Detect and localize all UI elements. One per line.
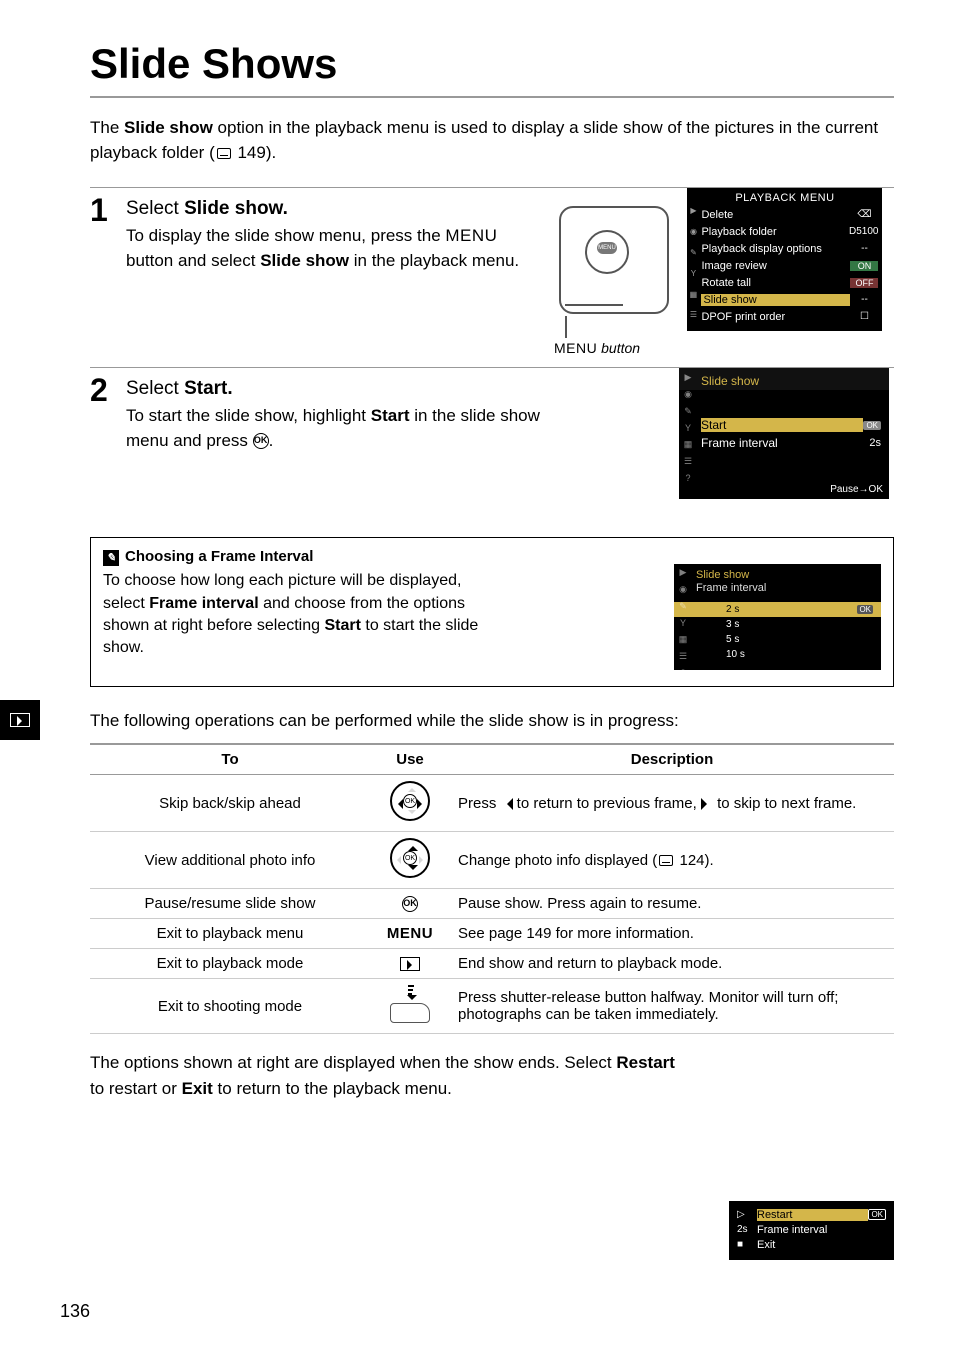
lcd-row: Playback display options-- bbox=[687, 240, 882, 257]
ok-icon: OK bbox=[253, 433, 269, 449]
operations-intro: The following operations can be performe… bbox=[90, 711, 894, 731]
slide-show-menu-screen: ▶◉✎Y▦☰? Slide show StartOK Frame interva… bbox=[679, 368, 889, 499]
lcd-option: 5 s bbox=[674, 632, 881, 647]
camera-illustration: MENU bbox=[559, 188, 679, 318]
lcd-row: ▷RestartOK bbox=[733, 1207, 890, 1222]
lcd-header: PLAYBACK MENU bbox=[687, 188, 882, 206]
lcd-row: ■Exit bbox=[733, 1237, 890, 1252]
lcd-start-row: Start bbox=[701, 418, 863, 432]
playback-icon bbox=[400, 957, 420, 971]
playback-menu-screen: ▶◉✎Y▦☰ PLAYBACK MENU Delete⌫Playback fol… bbox=[687, 188, 882, 331]
lcd-option: 2 sOK bbox=[674, 602, 881, 617]
left-arrow-icon bbox=[501, 798, 513, 810]
menu-glyph: MENU bbox=[445, 226, 497, 245]
lcd-row: Rotate tallOFF bbox=[687, 274, 882, 291]
table-header-description: Description bbox=[450, 744, 894, 775]
page-ref-icon bbox=[217, 148, 231, 159]
step-1-text: To display the slide show menu, press th… bbox=[126, 224, 546, 273]
operations-table: To Use Description Skip back/skip aheadO… bbox=[90, 743, 894, 1034]
lcd-row: Slide show-- bbox=[687, 291, 882, 308]
dpad-left-right-icon: OK bbox=[390, 781, 430, 821]
page-ref-icon bbox=[659, 855, 673, 866]
lcd-row: Image reviewON bbox=[687, 257, 882, 274]
end-options-screen: ▷RestartOK2sFrame interval■Exit bbox=[729, 1201, 894, 1260]
shutter-icon bbox=[390, 985, 430, 1023]
table-row: Exit to shooting modePress shutter-relea… bbox=[90, 979, 894, 1034]
step-number: 1 bbox=[90, 192, 108, 229]
menu-button-on-camera: MENU bbox=[597, 242, 617, 254]
step-2-text: To start the slide show, highlight Start… bbox=[126, 404, 546, 453]
section-tab-icon: .tab-icon .play-icon::after{border-left-… bbox=[0, 700, 40, 740]
step-2: 2 Select Start. To start the slide show,… bbox=[90, 367, 894, 517]
lcd-row: Delete⌫ bbox=[687, 206, 882, 223]
frame-interval-note: ✎Choosing a Frame Interval To choose how… bbox=[90, 537, 894, 687]
step-1: 1 Select Slide show. To display the slid… bbox=[90, 187, 894, 347]
table-header-to: To bbox=[90, 744, 370, 775]
table-row: Skip back/skip aheadOKPress to return to… bbox=[90, 775, 894, 832]
dpad-up-down-icon: OK bbox=[390, 838, 430, 878]
lcd-footer: Pause→OK bbox=[679, 480, 889, 499]
page-title: Slide Shows bbox=[90, 40, 894, 98]
note-icon: ✎ bbox=[103, 550, 119, 566]
frame-interval-screen: ▶◉✎Y▦☰? Slide show Frame interval 2 sOK3… bbox=[674, 564, 881, 670]
lcd-option: 3 s bbox=[674, 617, 881, 632]
table-row: Exit to playback menuMENUSee page 149 fo… bbox=[90, 919, 894, 949]
note-text: To choose how long each picture will be … bbox=[103, 570, 503, 660]
table-row: View additional photo infoOKChange photo… bbox=[90, 832, 894, 889]
camera-caption: MENU button bbox=[554, 340, 640, 356]
end-options-text: The options shown at right are displayed… bbox=[90, 1050, 680, 1101]
table-row: Pause/resume slide showOKPause show. Pre… bbox=[90, 889, 894, 919]
table-row: Exit to playback modeEnd show and return… bbox=[90, 949, 894, 979]
lcd-row: 2sFrame interval bbox=[733, 1222, 890, 1237]
table-header-use: Use bbox=[370, 744, 450, 775]
lcd-row: DPOF print order☐ bbox=[687, 308, 882, 325]
lcd-frame-interval-row: Frame interval bbox=[701, 436, 869, 450]
lcd-option: 10 s bbox=[674, 647, 881, 662]
step-number: 2 bbox=[90, 372, 108, 409]
intro-paragraph: The Slide show option in the playback me… bbox=[90, 116, 894, 165]
lcd-row: Playback folderD5100 bbox=[687, 223, 882, 240]
ok-icon: OK bbox=[402, 896, 418, 912]
page-number: 136 bbox=[60, 1301, 90, 1322]
menu-glyph: MENU bbox=[387, 925, 433, 942]
right-arrow-icon bbox=[701, 798, 713, 810]
